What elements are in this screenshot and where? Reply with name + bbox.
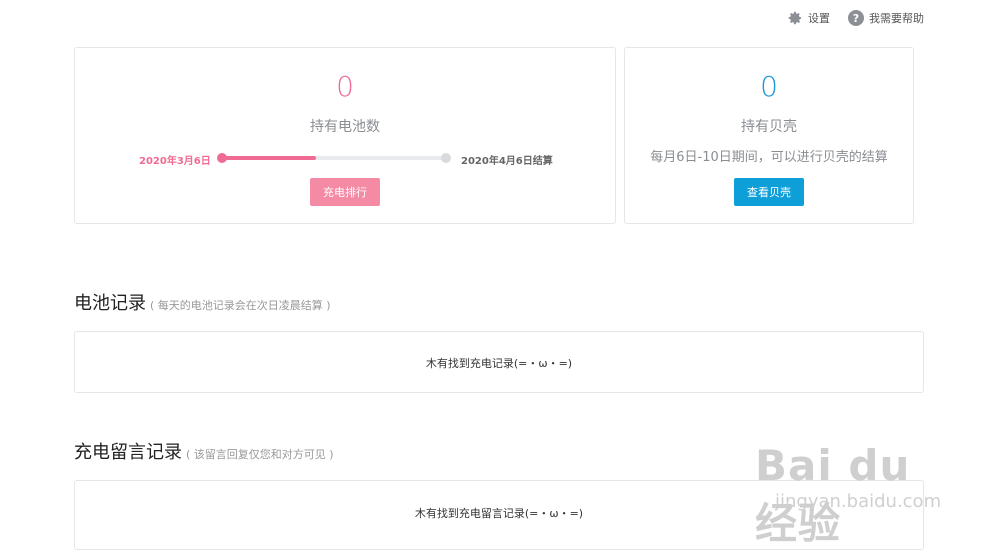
message-record-title: 充电留言记录: [74, 442, 182, 463]
settings-label: 设置: [808, 12, 830, 25]
help-label: 我需要帮助: [869, 12, 924, 25]
question-icon: ?: [848, 10, 864, 26]
watermark-url: jingyan.baidu.com: [775, 491, 942, 512]
battery-record-empty: 木有找到充电记录(=・ω・=): [425, 357, 573, 370]
shell-label: 持有贝壳: [741, 119, 797, 135]
battery-record-subtitle: ( 每天的电池记录会在次日凌晨结算 ): [150, 299, 331, 312]
message-record-subtitle: ( 该留言回复仅您和对方可见 ): [186, 448, 334, 461]
end-date: 2020年4月6日结算: [461, 156, 553, 167]
battery-record-title: 电池记录: [74, 293, 146, 314]
start-date: 2020年3月6日: [139, 156, 211, 167]
shell-count: 0: [760, 70, 778, 103]
progress-fill: [222, 156, 317, 160]
battery-record-heading: 电池记录 ( 每天的电池记录会在次日凌晨结算 ): [74, 289, 331, 315]
shell-note: 每月6日-10日期间，可以进行贝壳的结算: [650, 150, 888, 165]
view-shell-button[interactable]: 查看贝壳: [734, 178, 804, 206]
battery-count: 0: [336, 70, 354, 103]
battery-record-panel: 木有找到充电记录(=・ω・=): [74, 331, 924, 393]
message-record-heading: 充电留言记录 ( 该留言回复仅您和对方可见 ): [74, 438, 334, 464]
progress-start-dot: [217, 153, 227, 163]
battery-label: 持有电池数: [310, 119, 380, 135]
help-link[interactable]: ? 我需要帮助: [848, 10, 924, 26]
progress-end-dot: [441, 153, 451, 163]
gear-icon: [788, 11, 801, 25]
progress-track: [217, 153, 451, 163]
battery-card: 0 持有电池数 2020年3月6日 2020年4月6日结算 充电排行: [74, 47, 616, 224]
baidu-jingyan-watermark: Bai du 经验 jingyan.baidu.com: [755, 421, 945, 548]
settings-link[interactable]: 设置: [787, 10, 830, 26]
shell-card: 0 持有贝壳 每月6日-10日期间，可以进行贝壳的结算 查看贝壳: [624, 47, 914, 224]
top-toolbar: 设置 ? 我需要帮助: [787, 10, 924, 26]
settlement-progress: 2020年3月6日 2020年4月6日结算: [75, 150, 615, 167]
charge-ranking-button[interactable]: 充电排行: [310, 178, 380, 206]
